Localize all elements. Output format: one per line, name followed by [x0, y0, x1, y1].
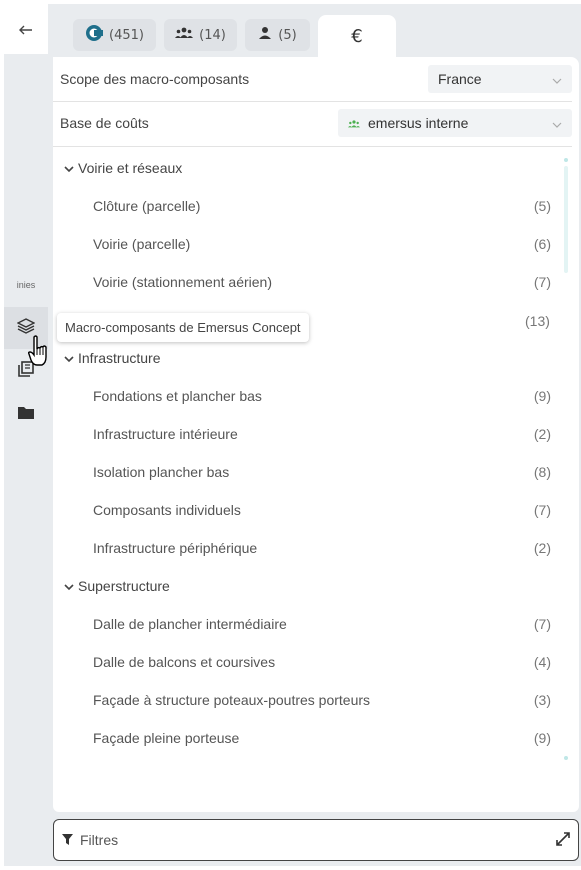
chevron-down-icon	[64, 160, 74, 176]
tree-item-label: Infrastructure périphérique	[93, 540, 258, 556]
macro-component-tree: Voirie et réseaux Clôture (parcelle) (5) Vo…	[53, 149, 565, 757]
tree-item-label: Isolation plancher bas	[93, 464, 230, 480]
arrow-left-icon	[19, 20, 33, 39]
group-icon	[348, 115, 360, 131]
tree-item[interactable]: Façade pleine porteuse (9)	[53, 719, 565, 757]
tree-group-label: Infrastructure	[78, 350, 161, 366]
tab-personal[interactable]: (5)	[245, 19, 310, 51]
tree-item-count: (7)	[533, 616, 551, 632]
tab-bar: (451) (14) (5) €	[73, 15, 396, 57]
expand-icon[interactable]	[556, 831, 570, 849]
tab-count: (5)	[278, 27, 297, 43]
tree-item[interactable]: Fondations et plancher bas (9)	[53, 377, 565, 415]
tree-item[interactable]: Voirie (stationnement aérien) (7)	[53, 263, 565, 301]
filters-label: Filtres	[80, 832, 119, 848]
divider	[53, 146, 572, 147]
chevron-down-icon	[64, 350, 74, 366]
folder-button[interactable]	[4, 393, 48, 435]
tooltip-text: Macro-composants de Emersus Concept	[65, 320, 301, 335]
tree-item-label: Façade pleine porteuse	[93, 730, 240, 746]
euro-icon: €	[351, 25, 363, 47]
left-rail: inies	[4, 4, 48, 866]
hidden-item-count: (13)	[525, 313, 550, 329]
group-icon	[175, 27, 194, 43]
scope-value: France	[438, 71, 482, 87]
tree-item-count: (4)	[533, 654, 551, 670]
scroll-thumb[interactable]	[564, 166, 568, 273]
tree-item[interactable]: Isolation plancher bas (8)	[53, 453, 565, 491]
chevron-down-icon	[552, 115, 562, 131]
tree-item[interactable]: Clôture (parcelle) (5)	[53, 187, 565, 225]
tab-count: (451)	[109, 27, 144, 43]
tree-item-count: (8)	[533, 464, 551, 480]
tree-item-count: (2)	[533, 540, 551, 556]
chevron-down-icon	[64, 578, 74, 594]
tree-group[interactable]: Voirie et réseaux	[53, 149, 565, 187]
scope-select[interactable]: France	[428, 65, 572, 93]
cost-base-value-wrap: emersus interne	[348, 115, 468, 131]
scope-row: Scope des macro-composants France	[53, 57, 572, 101]
tree-item[interactable]: Façade à structure poteaux-poutres porte…	[53, 681, 565, 719]
tree-item-label: Façade à structure poteaux-poutres porte…	[93, 692, 371, 708]
tree-item-count: (2)	[533, 426, 551, 442]
scroll-up-arrow[interactable]	[564, 158, 568, 162]
folder-icon	[17, 405, 35, 424]
inies-button[interactable]: inies	[4, 264, 48, 306]
cost-base-select[interactable]: emersus interne	[338, 109, 572, 137]
chevron-down-icon	[552, 71, 562, 87]
tree-item-label: Dalle de plancher intermédiaire	[93, 616, 287, 632]
tree-item-label: Dalle de balcons et coursives	[93, 654, 276, 670]
tab-costs[interactable]: €	[318, 15, 396, 57]
scroll-down-arrow[interactable]	[564, 756, 568, 760]
tree-item-count: (5)	[533, 198, 551, 214]
tree-item-label: Clôture (parcelle)	[93, 198, 201, 214]
tree-item-count: (9)	[533, 388, 551, 404]
cost-base-row: Base de coûts emersus interne	[53, 101, 572, 145]
filters-left: Filtres	[62, 832, 118, 848]
back-button[interactable]	[4, 4, 48, 54]
tree-item-label: Infrastructure intérieure	[93, 426, 238, 442]
tree-group-label: Superstructure	[78, 578, 170, 594]
cost-base-label: Base de coûts	[60, 115, 149, 131]
tree-item-count: (3)	[533, 692, 551, 708]
tree-item[interactable]: Dalle de balcons et coursives (4)	[53, 643, 565, 681]
tree-item-count: (6)	[533, 236, 551, 252]
filter-icon	[62, 832, 73, 848]
tree-item[interactable]: Infrastructure périphérique (2)	[53, 529, 565, 567]
tree-group-label: Voirie et réseaux	[78, 160, 183, 176]
tooltip: Macro-composants de Emersus Concept	[57, 313, 309, 342]
tree-item-label: Composants individuels	[93, 502, 241, 518]
tree-group[interactable]: Superstructure	[53, 567, 565, 605]
filters-bar[interactable]: Filtres	[53, 819, 579, 861]
scope-label: Scope des macro-composants	[60, 71, 250, 87]
tree-item-label: Fondations et plancher bas	[93, 388, 262, 404]
tree-item[interactable]: Infrastructure intérieure (2)	[53, 415, 565, 453]
tree-item-count: (7)	[533, 274, 551, 290]
tree-group[interactable]: Infrastructure	[53, 339, 565, 377]
tree-item-count: (9)	[533, 730, 551, 746]
cost-base-value: emersus interne	[368, 115, 469, 131]
scrollbar[interactable]	[564, 158, 568, 760]
person-icon	[258, 26, 272, 44]
content-panel: Scope des macro-composants France Base d…	[53, 57, 579, 812]
tree-item-label: Voirie (stationnement aérien)	[93, 274, 272, 290]
tree-item-label: Voirie (parcelle)	[93, 236, 191, 252]
tree-item[interactable]: Dalle de plancher intermédiaire (7)	[53, 605, 565, 643]
logo-c-icon	[85, 24, 104, 46]
tab-groups[interactable]: (14)	[164, 19, 237, 51]
tab-emersus[interactable]: (451)	[73, 19, 156, 51]
hand-cursor-icon	[27, 335, 50, 373]
app-frame: inies (451) (14) (5) € Scope des macro-c…	[0, 0, 581, 870]
tree-item-count: (7)	[533, 502, 551, 518]
tree-item[interactable]: Voirie (parcelle) (6)	[53, 225, 565, 263]
tree-item[interactable]: Composants individuels (7)	[53, 491, 565, 529]
inies-logo: inies	[16, 280, 36, 290]
tab-count: (14)	[199, 27, 226, 43]
